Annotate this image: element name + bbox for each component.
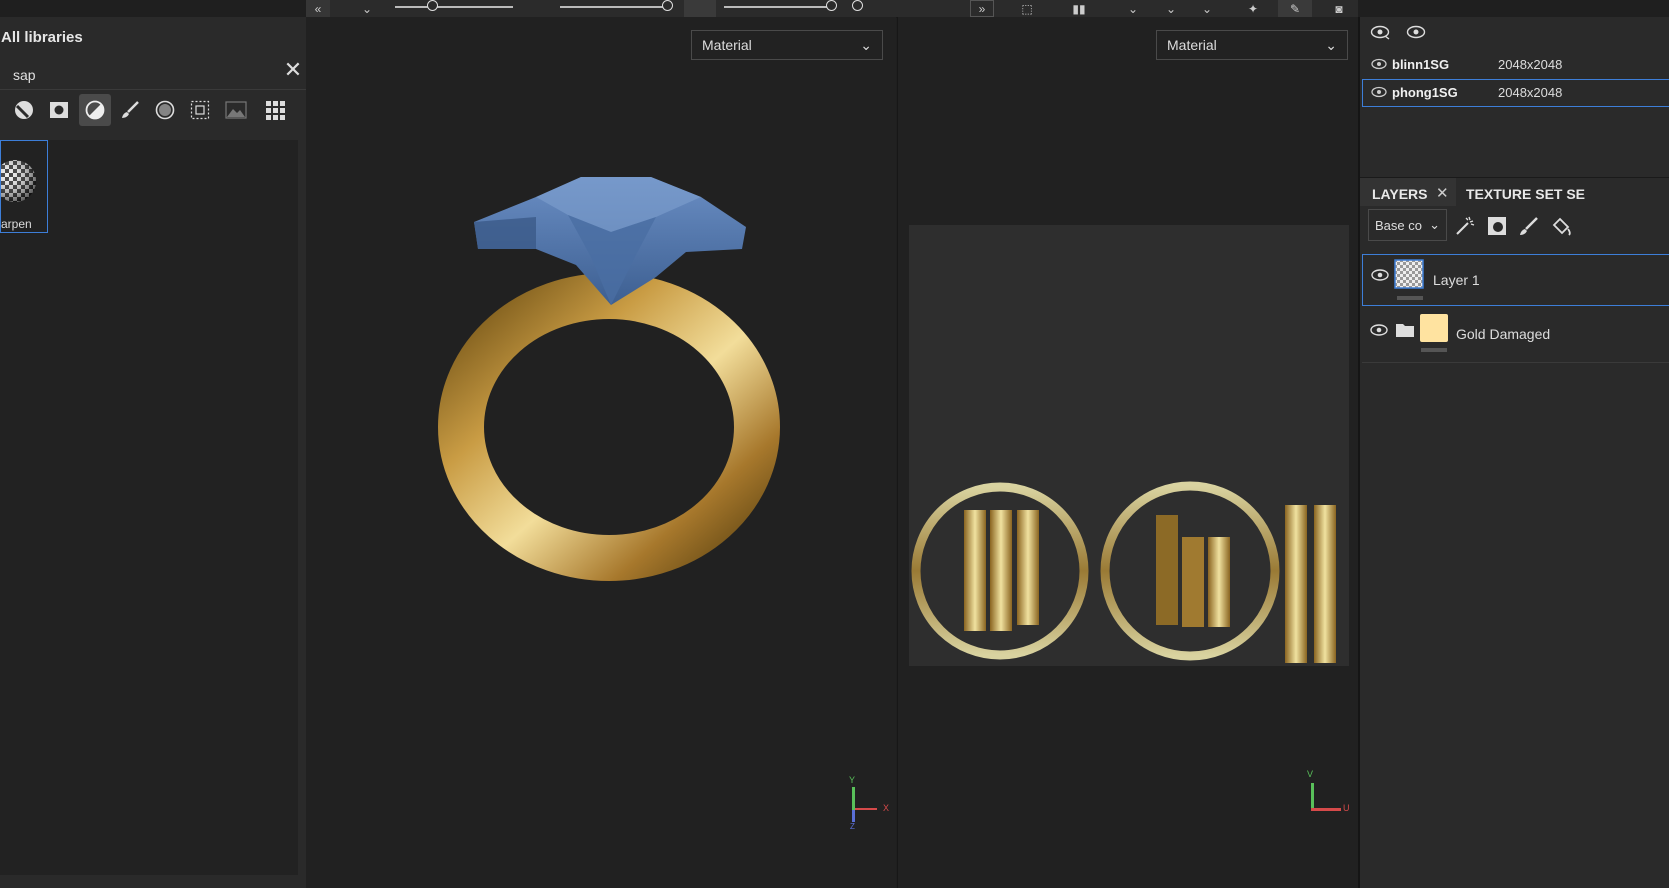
uv-layout[interactable] (909, 225, 1349, 666)
viewport-2d[interactable]: Material ⌄ V U (897, 17, 1359, 888)
brush-flow-slider[interactable] (560, 6, 672, 8)
axis-x-label: X (883, 803, 890, 813)
visibility-eye-icon[interactable] (1371, 86, 1387, 98)
layer-channel-value: Base co (1375, 217, 1422, 233)
texture-set-toolbar (1360, 17, 1669, 49)
search-input[interactable]: sap (13, 67, 36, 83)
axis-z-label: Z (850, 822, 855, 831)
layer-color-swatch (1420, 314, 1448, 342)
alphas-icon[interactable] (149, 94, 181, 126)
materials-icon[interactable] (79, 94, 111, 126)
smart-materials-icon[interactable] (8, 94, 40, 126)
texture-set-row[interactable]: blinn1SG 2048x2048 (1362, 51, 1669, 79)
camera-mode-icon[interactable]: ⌄ (1156, 0, 1186, 17)
layer-row-selected[interactable]: Layer 1 (1362, 254, 1669, 306)
close-tab-icon[interactable]: ✕ (1436, 184, 1449, 202)
axis-v-label: V (1307, 769, 1314, 779)
brush-opacity-handle[interactable] (826, 0, 837, 11)
tab-layers-label: LAYERS (1372, 186, 1428, 202)
axis-u-label: U (1343, 803, 1350, 813)
view-mode-dropdown[interactable]: ⌄ (352, 0, 382, 17)
brush-angle-handle[interactable] (852, 0, 863, 11)
add-paint-layer-icon[interactable] (1518, 215, 1540, 237)
expand-toolbar-icon[interactable]: » (970, 0, 994, 17)
stroke-button[interactable] (684, 0, 716, 17)
viewport-toolbar: « ⌄ » ⬚ ▮▮ ⌄ ⌄ ⌄ ✦ ✎ ◙ (306, 0, 1358, 18)
clear-search-icon[interactable]: ✕ (282, 59, 304, 81)
asset-grid: arpen (0, 140, 298, 875)
magic-wand-icon[interactable] (1454, 215, 1476, 237)
axis-gizmo: Y X Z (846, 775, 896, 837)
visibility-eye-icon[interactable] (1371, 58, 1387, 70)
layer-thumbnail-icon (1394, 259, 1424, 289)
viewport-2d-channel-value: Material (1167, 37, 1217, 53)
texture-set-row-selected[interactable]: phong1SG 2048x2048 (1362, 79, 1669, 107)
library-title[interactable]: All libraries (1, 29, 83, 46)
display-settings-icon[interactable]: ⌄ (1192, 0, 1222, 17)
tab-layers[interactable]: LAYERS ✕ (1360, 178, 1456, 206)
texture-set-resolution: 2048x2048 (1498, 57, 1563, 72)
viewport-2d-channel-select[interactable]: Material ⌄ (1156, 30, 1348, 60)
screenshot-icon[interactable]: ◙ (1326, 0, 1352, 17)
uv-islands (911, 481, 1336, 663)
assets-panel: All libraries sap ✕ arpen (0, 17, 307, 888)
texture-set-name: phong1SG (1392, 85, 1458, 100)
texture-set-resolution: 2048x2048 (1498, 85, 1563, 100)
layer-row[interactable]: Gold Damaged (1362, 308, 1669, 363)
layer-mask-bar (1421, 348, 1447, 352)
ring-3d-model (438, 177, 780, 581)
visibility-eye-icon[interactable] (1370, 324, 1388, 336)
asset-filter-bar (0, 89, 306, 130)
mask-icon[interactable] (43, 94, 75, 126)
right-panel: blinn1SG 2048x2048 phong1SG 2048x2048 LA… (1358, 17, 1669, 888)
visibility-eye-icon[interactable] (1371, 269, 1389, 281)
brush-size-slider[interactable] (395, 6, 513, 8)
brushes-icon[interactable] (114, 94, 146, 126)
paint-mode-icon[interactable]: ✎ (1278, 0, 1312, 17)
show-all-eye-icon[interactable] (1406, 24, 1426, 40)
chevron-down-icon: ⌄ (1325, 36, 1337, 53)
layer-channel-select[interactable]: Base co ⌄ (1368, 209, 1447, 241)
brush-opacity-slider[interactable] (724, 6, 834, 8)
all-assets-icon[interactable] (259, 94, 291, 126)
frame-icon[interactable]: ⬚ (1014, 0, 1040, 17)
collapse-left-icon[interactable]: « (306, 0, 330, 17)
brush-flow-handle[interactable] (662, 0, 673, 11)
folder-icon (1396, 324, 1414, 337)
tab-texture-set-settings[interactable]: TEXTURE SET SE (1466, 186, 1585, 202)
procedurals-icon[interactable] (184, 94, 216, 126)
pause-icon[interactable]: ▮▮ (1066, 0, 1092, 17)
layer-mask-bar (1397, 296, 1423, 300)
hide-all-eye-icon[interactable] (1370, 24, 1390, 40)
iray-icon[interactable]: ✦ (1240, 0, 1266, 17)
layer-toolbar: Base co ⌄ (1360, 207, 1669, 245)
add-fill-layer-icon[interactable] (1550, 215, 1572, 237)
textures-icon[interactable] (220, 94, 252, 126)
symmetry-icon[interactable]: ⌄ (1118, 0, 1148, 17)
chevron-down-icon: ⌄ (1429, 217, 1440, 232)
ring-band (438, 273, 780, 581)
layer-name: Layer 1 (1433, 272, 1480, 288)
viewport-3d[interactable]: Material ⌄ Y X Z (306, 17, 896, 888)
asset-preview-sphere-icon (0, 160, 36, 202)
uv-axis-gizmo: V U (1303, 769, 1353, 819)
layer-name: Gold Damaged (1456, 326, 1551, 342)
add-mask-icon[interactable] (1486, 215, 1508, 237)
panel-tabs: LAYERS ✕ TEXTURE SET SE (1360, 177, 1669, 206)
asset-tile[interactable]: arpen (0, 140, 48, 233)
axis-y-label: Y (849, 775, 856, 785)
asset-label: arpen (1, 217, 32, 231)
texture-set-name: blinn1SG (1392, 57, 1450, 72)
brush-size-handle[interactable] (427, 0, 438, 11)
